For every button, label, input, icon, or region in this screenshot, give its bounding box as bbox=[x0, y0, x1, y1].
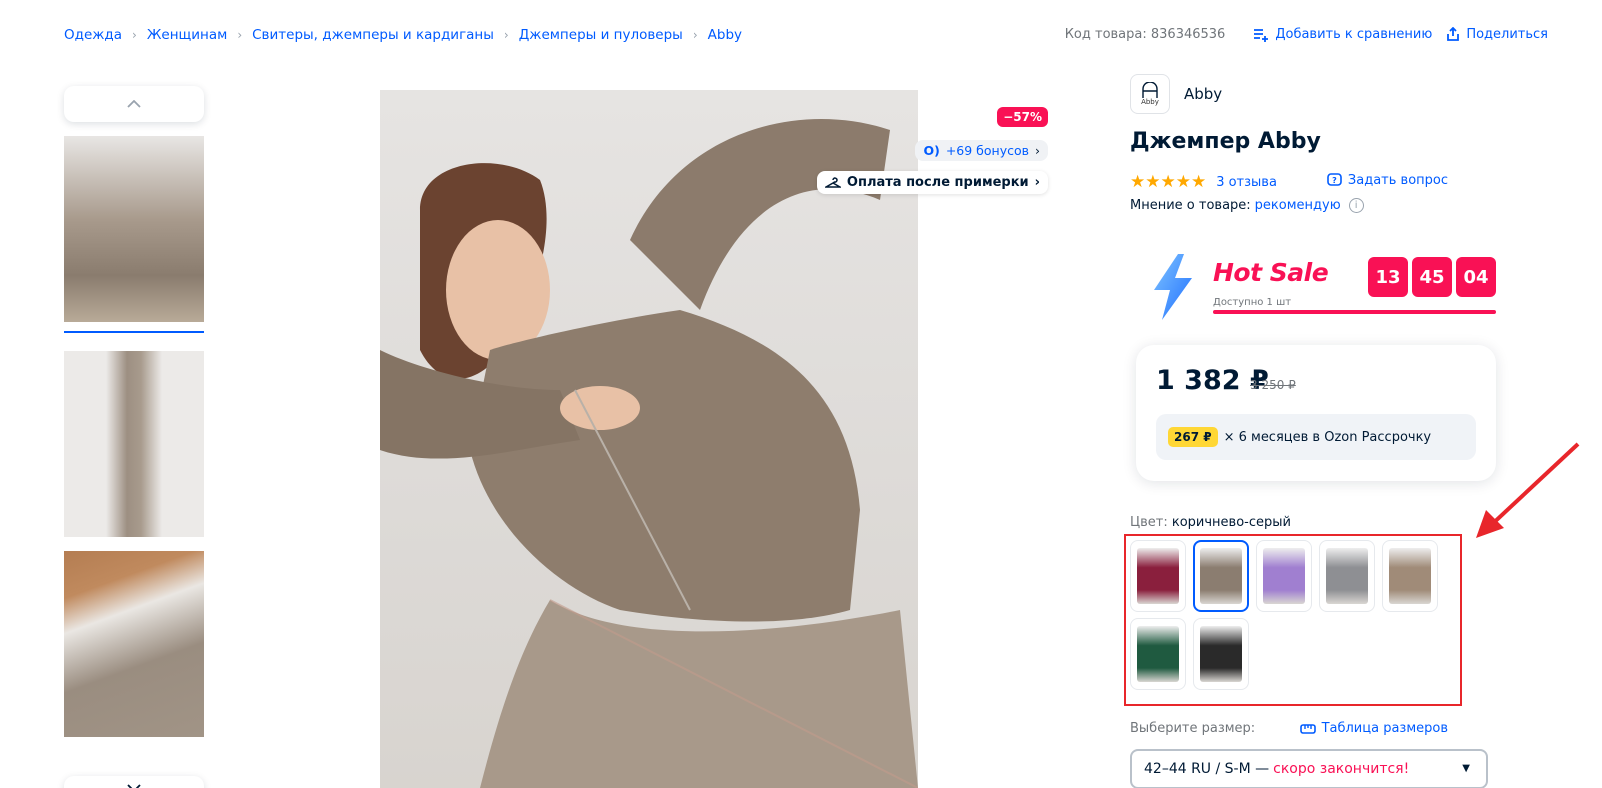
hot-sale-title: Hot Sale bbox=[1213, 258, 1329, 287]
color-swatch[interactable] bbox=[1130, 618, 1186, 690]
opinion-label: Мнение о товаре: bbox=[1130, 198, 1251, 213]
installment-amount: 267 ₽ bbox=[1168, 427, 1218, 447]
brand-logo[interactable]: Abby bbox=[1130, 74, 1170, 114]
size-table-link[interactable]: Таблица размеров bbox=[1299, 721, 1448, 736]
timer-hours: 13 bbox=[1368, 257, 1408, 297]
old-price: 3 250 ₽ bbox=[1250, 378, 1296, 392]
color-swatch-photo bbox=[1326, 548, 1368, 604]
color-swatch-photo bbox=[1389, 548, 1431, 604]
chevron-right-icon: › bbox=[503, 28, 509, 42]
size-select[interactable]: 42–44 RU / S-M — скоро закончится! ▼ bbox=[1130, 749, 1488, 788]
size-label: Выберите размер: bbox=[1130, 721, 1256, 736]
brand-logo-text: Abby bbox=[1141, 98, 1159, 106]
color-swatch[interactable] bbox=[1256, 540, 1312, 612]
thumbnail-2[interactable] bbox=[64, 351, 204, 537]
main-product-photo[interactable] bbox=[380, 90, 918, 788]
color-swatch[interactable] bbox=[1382, 540, 1438, 612]
color-swatch[interactable] bbox=[1193, 540, 1249, 612]
thumbnails-up-button[interactable] bbox=[64, 86, 204, 122]
breadcrumb-link-jumpers[interactable]: Джемперы и пуловеры bbox=[519, 27, 683, 43]
product-opinion: Мнение о товаре: рекомендую i bbox=[1130, 198, 1364, 213]
product-photo-thumb bbox=[64, 351, 204, 537]
opinion-value[interactable]: рекомендую bbox=[1255, 198, 1341, 213]
thumbnail-1[interactable] bbox=[64, 136, 204, 322]
brand-logo-mark bbox=[1142, 82, 1158, 98]
bonus-badge[interactable]: O) +69 бонусов › bbox=[915, 140, 1048, 161]
compare-icon bbox=[1254, 28, 1269, 42]
pay-after-label: Оплата после примерки bbox=[846, 175, 1029, 190]
brand-name[interactable]: Abby bbox=[1184, 85, 1222, 103]
compare-label: Добавить к сравнению bbox=[1275, 27, 1433, 42]
discount-badge: −57% bbox=[997, 107, 1048, 127]
model-illustration bbox=[380, 119, 918, 788]
breadcrumb-link-brand[interactable]: Abby bbox=[708, 27, 742, 43]
color-swatches bbox=[1130, 540, 1460, 700]
color-swatch-photo bbox=[1200, 548, 1242, 604]
lightning-icon bbox=[1154, 254, 1192, 320]
ruler-icon bbox=[1299, 723, 1316, 734]
size-stock-warning: скоро закончится! bbox=[1273, 761, 1410, 777]
breadcrumb-link-sweaters[interactable]: Свитеры, джемперы и кардиганы bbox=[252, 27, 494, 43]
caret-down-icon: ▼ bbox=[1462, 763, 1470, 774]
hot-sale-available: Доступно 1 шт bbox=[1213, 297, 1292, 308]
selected-thumbnail-indicator bbox=[64, 331, 204, 333]
annotation-arrow-icon bbox=[1476, 442, 1580, 538]
bonus-label: +69 бонусов bbox=[945, 143, 1029, 158]
size-table-label: Таблица размеров bbox=[1321, 721, 1448, 736]
hanger-icon bbox=[824, 176, 841, 188]
product-actions: Код товара: 836346536 Добавить к сравнен… bbox=[1065, 27, 1548, 42]
color-swatch-photo bbox=[1137, 626, 1179, 682]
timer-minutes: 45 bbox=[1412, 257, 1452, 297]
product-title: Джемпер Abby bbox=[1130, 129, 1321, 154]
reviews-link[interactable]: 3 отзыва bbox=[1216, 175, 1277, 190]
pay-after-fitting-badge[interactable]: Оплата после примерки › bbox=[816, 171, 1048, 194]
timer-seconds: 04 bbox=[1456, 257, 1496, 297]
compare-button[interactable]: Добавить к сравнению bbox=[1253, 27, 1432, 42]
ask-question-label: Задать вопрос bbox=[1347, 173, 1448, 188]
chevron-right-icon: › bbox=[692, 28, 698, 42]
svg-text:?: ? bbox=[1332, 176, 1337, 185]
chevron-right-icon: › bbox=[1034, 175, 1040, 190]
product-photo-thumb bbox=[64, 136, 204, 322]
question-bubble-icon: ? bbox=[1327, 173, 1342, 186]
breadcrumb-link-women[interactable]: Женщинам bbox=[147, 27, 227, 43]
share-button[interactable]: Поделиться bbox=[1446, 27, 1548, 42]
share-icon bbox=[1447, 27, 1460, 41]
price-card: 1 382 ₽ 3 250 ₽ 267 ₽ × 6 месяцев в Ozon… bbox=[1136, 345, 1496, 481]
chevron-down-icon bbox=[127, 784, 141, 788]
color-label: Цвет: коричнево-серый bbox=[1130, 515, 1291, 530]
color-swatch[interactable] bbox=[1319, 540, 1375, 612]
ask-question-button[interactable]: ? Задать вопрос bbox=[1327, 173, 1448, 188]
color-swatch[interactable] bbox=[1130, 540, 1186, 612]
breadcrumb: Одежда › Женщинам › Свитеры, джемперы и … bbox=[64, 27, 742, 43]
color-value: коричнево-серый bbox=[1171, 515, 1291, 530]
thumbnail-gallery bbox=[64, 86, 204, 788]
info-icon[interactable]: i bbox=[1348, 198, 1364, 213]
chevron-right-icon: › bbox=[1035, 143, 1040, 158]
thumbnail-3[interactable] bbox=[64, 551, 204, 737]
rating-stars: ★★★★★ bbox=[1130, 172, 1207, 192]
breadcrumb-link-clothes[interactable]: Одежда bbox=[64, 27, 122, 43]
color-swatch-photo bbox=[1263, 548, 1305, 604]
sale-countdown: 13 45 04 bbox=[1368, 257, 1496, 297]
bonus-icon: O) bbox=[923, 143, 940, 158]
product-code: Код товара: 836346536 bbox=[1064, 27, 1226, 42]
size-selected-value: 42–44 RU / S-M — bbox=[1144, 761, 1270, 777]
color-label-prefix: Цвет: bbox=[1130, 515, 1168, 530]
chevron-up-icon bbox=[127, 100, 141, 108]
installment-offer[interactable]: 267 ₽ × 6 месяцев в Ozon Рассрочку bbox=[1156, 414, 1476, 460]
rating-block: ★★★★★ 3 отзыва bbox=[1130, 172, 1277, 192]
color-swatch[interactable] bbox=[1193, 618, 1249, 690]
chevron-right-icon: › bbox=[237, 28, 243, 42]
share-label: Поделиться bbox=[1466, 27, 1548, 42]
thumbnails-down-button[interactable] bbox=[64, 776, 204, 788]
hot-sale-progress bbox=[1213, 310, 1496, 314]
color-swatch-photo bbox=[1200, 626, 1242, 682]
installment-text: × 6 месяцев в Ozon Рассрочку bbox=[1223, 429, 1432, 445]
color-swatch-photo bbox=[1137, 548, 1179, 604]
product-photo-thumb bbox=[64, 551, 204, 737]
chevron-right-icon: › bbox=[132, 28, 137, 42]
